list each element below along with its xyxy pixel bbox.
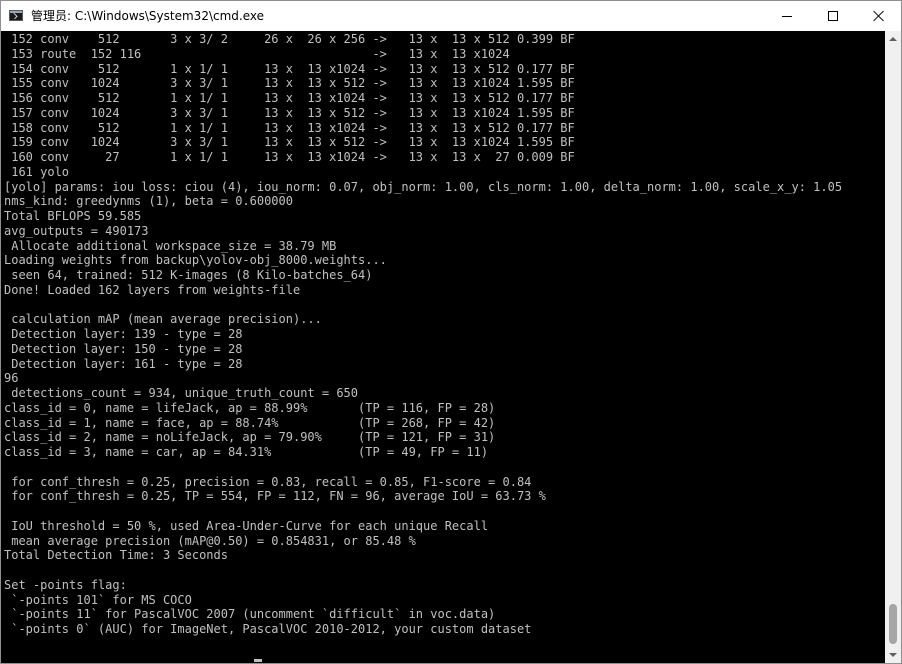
console-line: 155 conv 1024 3 x 3/ 1 13 x 13 x 512 -> …	[4, 76, 575, 91]
cmd-window: 管理员: C:\Windows\System32\cmd.exe 152 con…	[0, 0, 902, 664]
console-line: detections_count = 934, unique_truth_cou…	[4, 386, 359, 400]
window-title: 管理员: C:\Windows\System32\cmd.exe	[31, 9, 264, 23]
console-line: 157 conv 1024 3 x 3/ 1 13 x 13 x 512 -> …	[4, 105, 575, 120]
console-line: class_id = 1, name = face, ap = 88.74% (…	[4, 415, 496, 430]
console-line: class_id = 3, name = car, ap = 84.31% (T…	[4, 445, 489, 459]
console-line: Done! Loaded 162 layers from weights-fil…	[4, 282, 301, 297]
maximize-icon	[828, 11, 838, 21]
console-line: 161 yolo	[4, 164, 70, 179]
maximize-button[interactable]	[810, 1, 856, 31]
console-line: Detection layer: 161 - type = 28	[4, 356, 243, 371]
console-line: class_id = 2, name = noLifeJack, ap = 79…	[4, 430, 496, 445]
console-line: Allocate additional workspace_size = 38.…	[4, 238, 337, 253]
console-line: 158 conv 512 1 x 1/ 1 13 x 13 x1024 -> 1…	[4, 120, 575, 135]
scroll-thumb[interactable]	[889, 604, 897, 644]
console-line: Detection layer: 150 - type = 28	[4, 341, 243, 356]
console-line: mean average precision (mAP@0.50) = 0.85…	[4, 533, 416, 548]
scroll-down-arrow-icon	[889, 653, 897, 657]
close-icon	[873, 10, 885, 22]
cmd-icon-prompt	[11, 12, 18, 20]
console-line: 159 conv 1024 3 x 3/ 1 13 x 13 x 512 -> …	[4, 135, 575, 150]
text-cursor	[254, 659, 262, 662]
console-line: class_id = 0, name = lifeJack, ap = 88.9…	[4, 400, 496, 415]
cmd-icon-bar	[10, 11, 22, 13]
cmd-icon[interactable]	[9, 10, 23, 21]
console-line: 160 conv 27 1 x 1/ 1 13 x 13 x1024 -> 13…	[4, 150, 575, 164]
console-lines: 152 conv 512 3 x 3/ 2 26 x 26 x 256 -> 1…	[4, 32, 842, 637]
console-line: seen 64, trained: 512 K-images (8 Kilo-b…	[4, 268, 373, 282]
console-line: 154 conv 512 1 x 1/ 1 13 x 13 x1024 -> 1…	[4, 61, 575, 76]
console-line: Total BFLOPS 59.585	[4, 209, 142, 223]
scroll-up-arrow-icon	[889, 37, 897, 41]
console-line: for conf_thresh = 0.25, TP = 554, FP = 1…	[4, 489, 546, 504]
console-line: Detection layer: 139 - type = 28	[4, 327, 243, 341]
console-line: nms_kind: greedynms (1), beta = 0.600000	[4, 194, 293, 209]
console-line: Loading weights from backup\yolov-obj_80…	[4, 253, 387, 268]
minimize-button[interactable]	[764, 1, 810, 31]
console-line: `-points 0` (AUC) for ImageNet, PascalVO…	[4, 622, 532, 636]
title-bar[interactable]: 管理员: C:\Windows\System32\cmd.exe	[1, 1, 901, 31]
console-line: avg_outputs = 490173	[4, 223, 149, 238]
console-line: [yolo] params: iou loss: ciou (4), iou_n…	[4, 179, 843, 194]
scroll-up-button[interactable]	[885, 31, 901, 47]
console-line: 152 conv 512 3 x 3/ 2 26 x 26 x 256 -> 1…	[4, 32, 575, 46]
console-line: Total Detection Time: 3 Seconds	[4, 548, 228, 563]
close-button[interactable]	[856, 1, 902, 31]
minimize-icon	[782, 16, 792, 17]
console-line: `-points 101` for MS COCO	[4, 592, 192, 607]
vertical-scrollbar[interactable]	[885, 31, 901, 663]
console-line: 96	[4, 371, 19, 386]
console-line: IoU threshold = 50 %, used Area-Under-Cu…	[4, 518, 489, 533]
console-line: for conf_thresh = 0.25, precision = 0.83…	[4, 474, 532, 489]
console-line: `-points 11` for PascalVOC 2007 (uncomme…	[4, 607, 496, 622]
console-output[interactable]: 152 conv 512 3 x 3/ 2 26 x 26 x 256 -> 1…	[1, 31, 885, 663]
console-line: 156 conv 512 1 x 1/ 1 13 x 13 x1024 -> 1…	[4, 91, 575, 105]
scroll-down-button[interactable]	[885, 647, 901, 663]
console-line: Set -points flag:	[4, 577, 127, 592]
console-line: 153 route 152 116 -> 13 x 13 x1024	[4, 46, 510, 61]
console-line: calculation mAP (mean average precision)…	[4, 312, 322, 327]
